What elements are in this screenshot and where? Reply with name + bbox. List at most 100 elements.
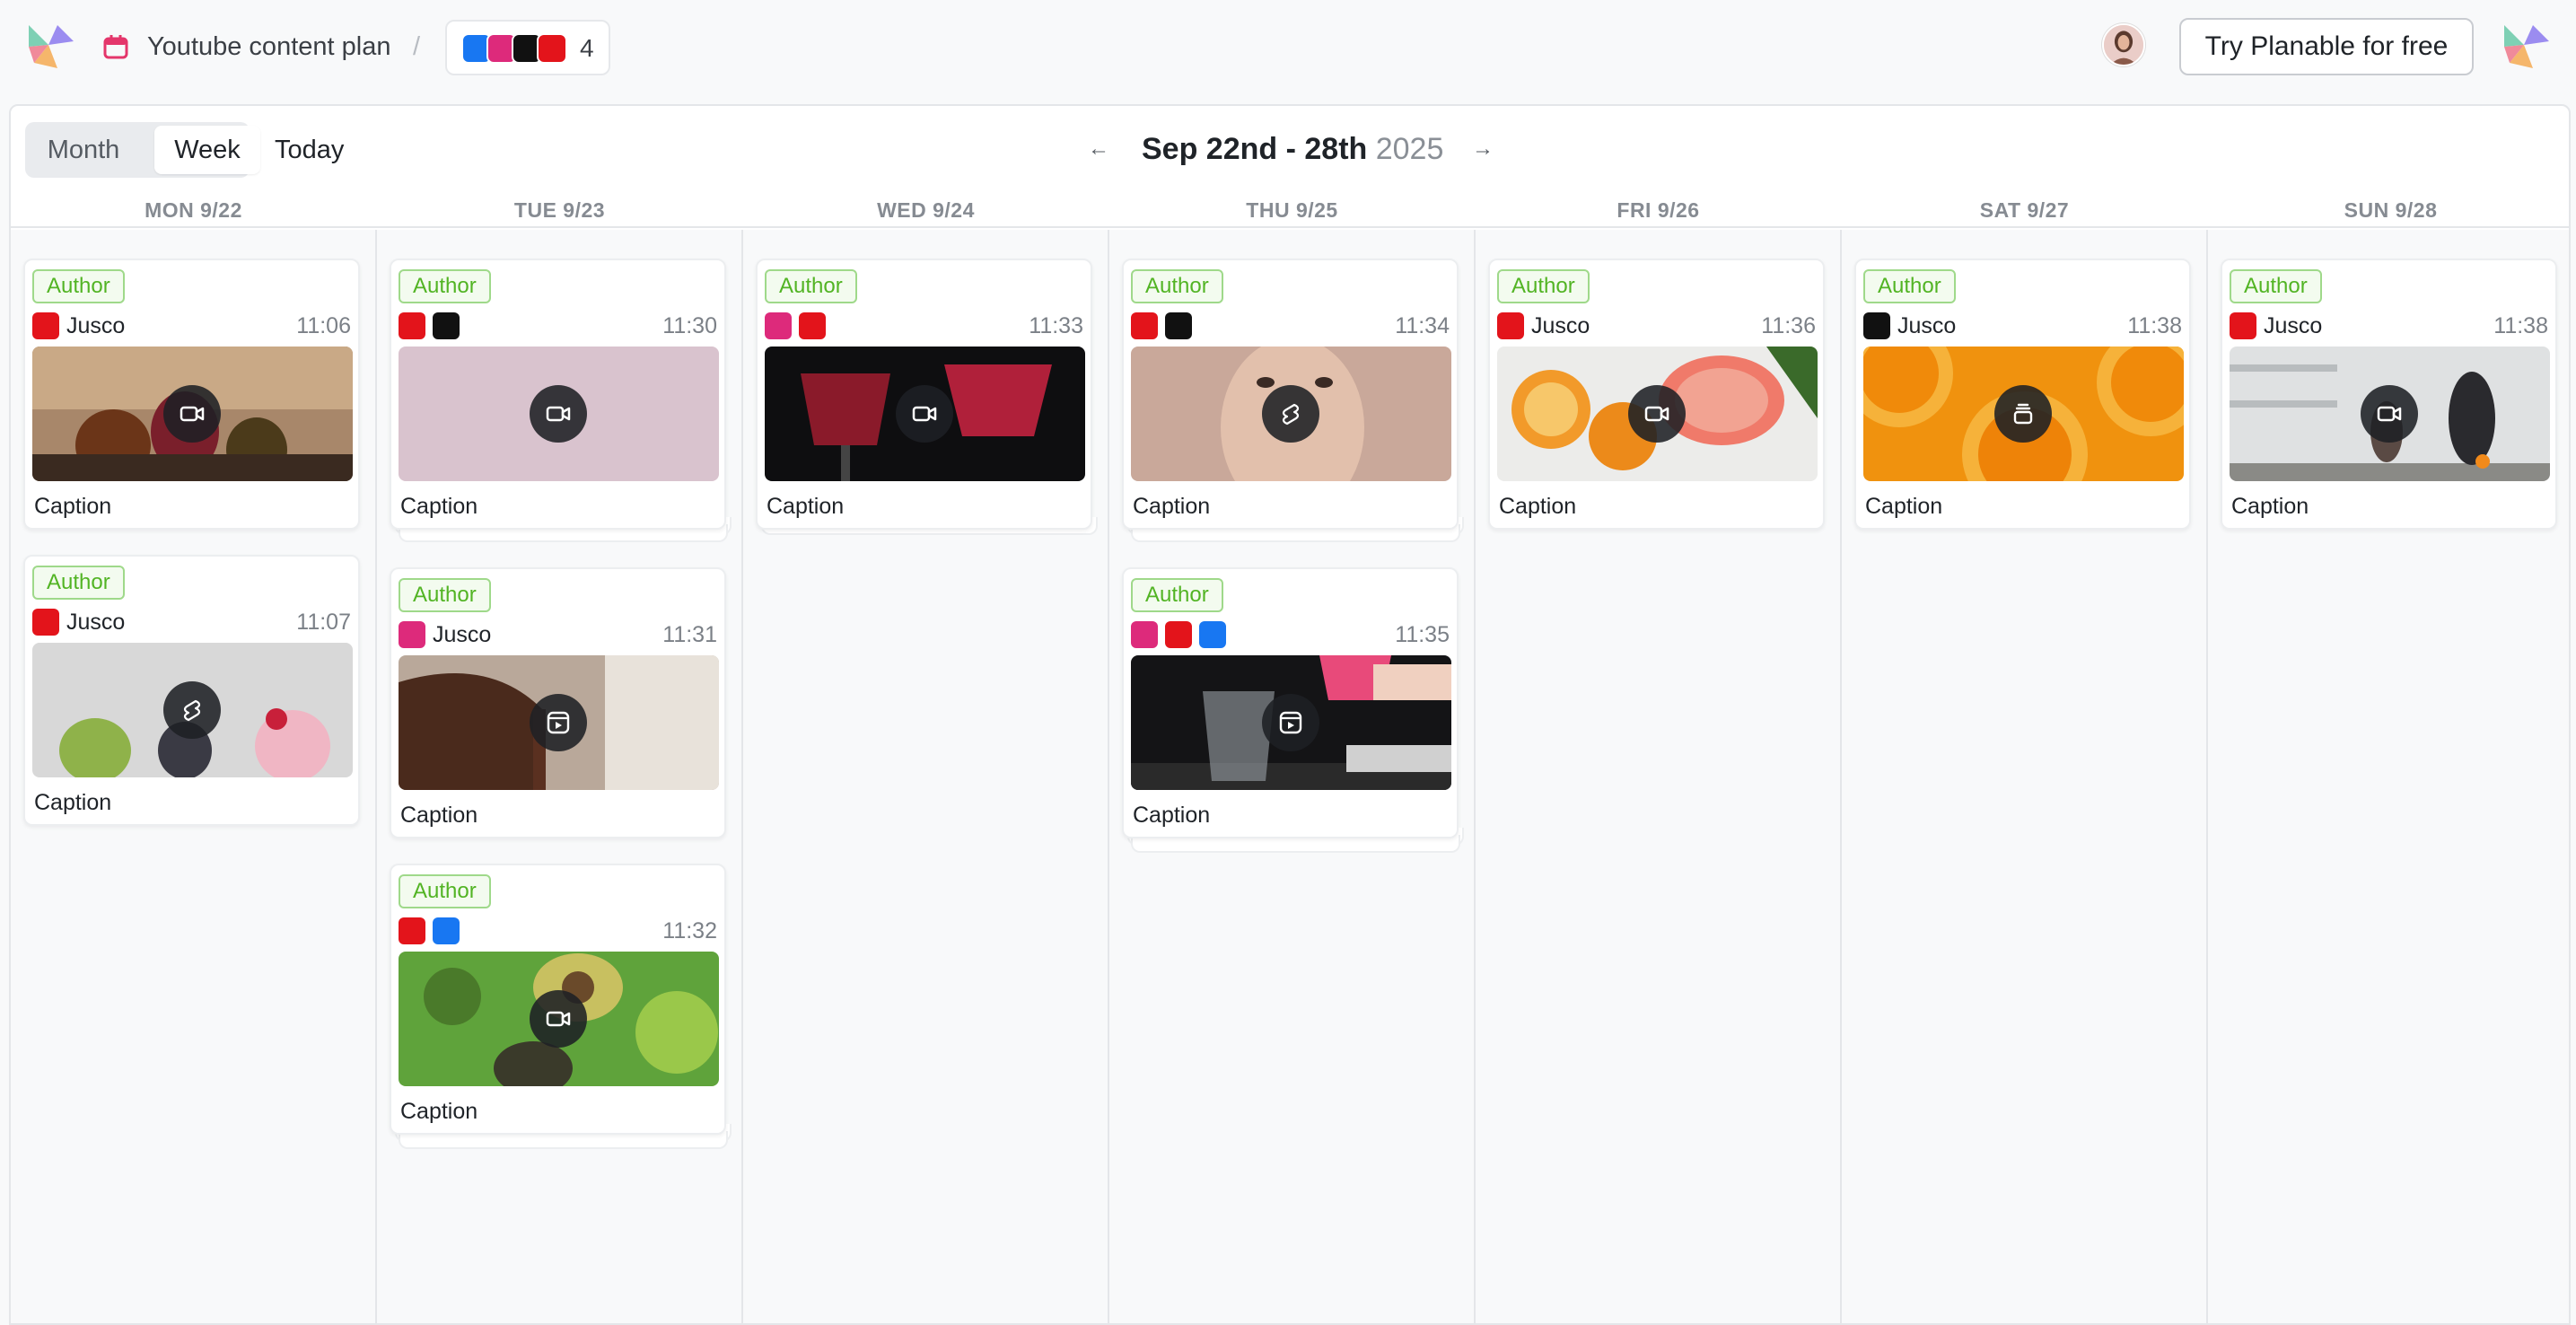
day-header: SUN 9/28: [2344, 198, 2438, 222]
post-thumbnail: [2230, 347, 2550, 481]
post-card[interactable]: Author 11:30 Caption: [390, 259, 726, 530]
account-name: Jusco: [1897, 313, 1957, 338]
calendar-board: Month Week Today ← Sep 22nd - 28th 2025 …: [9, 104, 2571, 1325]
author-badge: Author: [1131, 578, 1223, 612]
post-card[interactable]: Author 11:34 Caption: [1122, 259, 1459, 530]
post-thumbnail: [399, 347, 719, 481]
view-week-button[interactable]: Week: [154, 126, 260, 174]
account-name: Jusco: [433, 622, 492, 647]
post-time: 11:33: [1029, 313, 1083, 338]
view-month-button[interactable]: Month: [25, 122, 142, 178]
user-avatar[interactable]: [2102, 23, 2145, 66]
post-thumbnail: [399, 655, 719, 790]
post-card[interactable]: Author Jusco 11:31 Caption: [390, 567, 726, 838]
post-card[interactable]: Author Jusco 11:38 Caption: [2221, 259, 2557, 530]
post-time: 11:30: [662, 313, 717, 338]
account-name: Jusco: [1531, 313, 1590, 338]
post-time: 11:32: [662, 918, 717, 943]
author-badge: Author: [2230, 269, 2322, 303]
previous-week-arrow-icon[interactable]: ←: [1088, 133, 1109, 165]
date-range-year: 2025: [1375, 132, 1444, 166]
planable-logo-icon[interactable]: [25, 23, 75, 70]
facebook-icon: [1199, 621, 1226, 648]
channel-count: 4: [580, 34, 594, 62]
video-icon[interactable]: [2361, 385, 2418, 443]
post-time: 11:31: [662, 622, 717, 647]
post-thumbnail: [1131, 347, 1451, 481]
shorts-icon[interactable]: [163, 681, 221, 739]
top-bar: Youtube content plan / 4 Try Planable fo…: [0, 0, 2576, 101]
youtube-icon: [399, 312, 425, 339]
post-caption: Caption: [400, 803, 478, 828]
post-caption: Caption: [767, 494, 845, 519]
instagram-icon: [765, 312, 792, 339]
post-card[interactable]: Author Jusco 11:06 Caption: [23, 259, 360, 530]
youtube-icon: [1497, 312, 1524, 339]
day-header: SAT 9/27: [1979, 198, 2070, 222]
planable-logo-icon[interactable]: [2501, 23, 2551, 70]
post-thumbnail: [32, 643, 353, 777]
video-icon[interactable]: [530, 990, 587, 1048]
account-name: Jusco: [2264, 313, 2323, 338]
post-thumbnail: [1497, 347, 1818, 481]
author-badge: Author: [765, 269, 857, 303]
post-card[interactable]: Author Jusco 11:36 Caption: [1488, 259, 1825, 530]
author-badge: Author: [1497, 269, 1590, 303]
post-card[interactable]: Author Jusco 11:38 Caption: [1854, 259, 2191, 530]
post-caption: Caption: [400, 1099, 478, 1124]
post-caption: Caption: [1499, 494, 1577, 519]
author-badge: Author: [399, 578, 491, 612]
author-badge: Author: [1131, 269, 1223, 303]
youtube-icon: [537, 33, 567, 64]
day-header: WED 9/24: [877, 198, 975, 222]
post-time: 11:06: [296, 313, 351, 338]
day-header: MON 9/22: [145, 198, 242, 222]
post-thumbnail: [1131, 655, 1451, 790]
author-badge: Author: [32, 269, 125, 303]
post-card[interactable]: Author 11:32 Caption: [390, 864, 726, 1135]
post-thumbnail: [32, 347, 353, 481]
channels-selector[interactable]: 4: [445, 20, 610, 75]
post-card[interactable]: Author Jusco 11:07 Caption: [23, 555, 360, 826]
youtube-icon: [32, 609, 59, 636]
day-header-row: MON 9/22 TUE 9/23 WED 9/24 THU 9/25 FRI …: [11, 192, 2569, 228]
next-week-arrow-icon[interactable]: →: [1472, 133, 1494, 165]
youtube-icon: [32, 312, 59, 339]
post-caption: Caption: [2231, 494, 2309, 519]
day-header: FRI 9/26: [1617, 198, 1700, 222]
reels-icon[interactable]: [530, 694, 587, 751]
reels-icon[interactable]: [1262, 694, 1319, 751]
video-icon[interactable]: [1628, 385, 1686, 443]
account-name: Jusco: [66, 313, 126, 338]
author-badge: Author: [1863, 269, 1956, 303]
post-time: 11:07: [296, 610, 351, 635]
stack-icon[interactable]: [1994, 385, 2052, 443]
instagram-icon: [399, 621, 425, 648]
youtube-icon: [2230, 312, 2256, 339]
post-thumbnail: [765, 347, 1085, 481]
post-thumbnail: [1863, 347, 2184, 481]
account-name: Jusco: [66, 610, 126, 635]
post-card[interactable]: Author 11:33 Caption: [756, 259, 1092, 530]
youtube-icon: [1131, 312, 1158, 339]
youtube-icon: [1165, 621, 1192, 648]
date-range-title: Sep 22nd - 28th 2025: [1142, 129, 1443, 169]
youtube-icon: [799, 312, 826, 339]
today-button[interactable]: Today: [275, 122, 344, 178]
date-range-label: Sep 22nd - 28th: [1142, 132, 1368, 166]
workspace-title[interactable]: Youtube content plan: [147, 29, 390, 65]
post-time: 11:36: [1761, 313, 1816, 338]
video-icon[interactable]: [896, 385, 953, 443]
day-header: TUE 9/23: [513, 198, 606, 222]
try-planable-button[interactable]: Try Planable for free: [2179, 18, 2474, 75]
tiktok-icon: [1863, 312, 1890, 339]
post-card[interactable]: Author 11:35 Caption: [1122, 567, 1459, 838]
post-time: 11:35: [1395, 622, 1450, 647]
calendar-icon: [102, 33, 129, 60]
video-icon[interactable]: [163, 385, 221, 443]
post-time: 11:34: [1395, 313, 1450, 338]
breadcrumb-separator: /: [413, 32, 421, 61]
tiktok-icon: [1165, 312, 1192, 339]
shorts-icon[interactable]: [1262, 385, 1319, 443]
video-icon[interactable]: [530, 385, 587, 443]
